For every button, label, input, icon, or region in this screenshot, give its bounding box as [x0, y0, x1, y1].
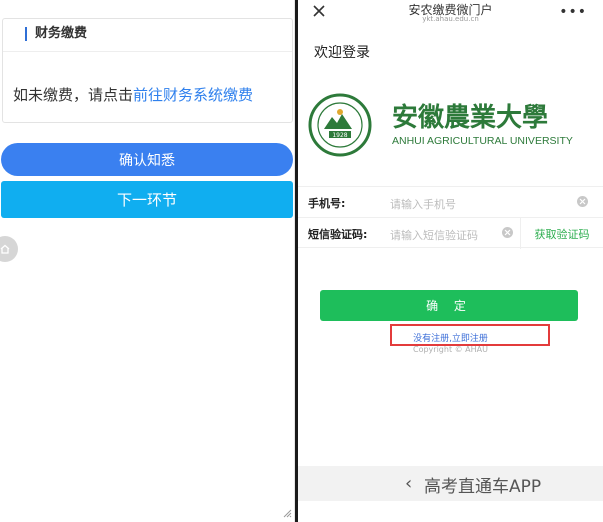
left-pane: 财务缴费 如未缴费，请点击前往财务系统缴费 确认知悉 下一环节 [0, 0, 295, 522]
resize-grip-icon[interactable] [282, 508, 292, 518]
sms-code-input[interactable]: 请输入短信验证码 [390, 227, 478, 243]
next-step-button[interactable]: 下一环节 [1, 181, 293, 218]
section-title: 财务缴费 [25, 27, 87, 41]
app-bottom-bar: ‹ 高考直通车APP [298, 466, 603, 501]
payment-notice: 如未缴费，请点击前往财务系统缴费 [13, 84, 253, 105]
register-link[interactable]: 没有注册,立即注册 [298, 331, 603, 344]
app-watermark-label: 高考直通车APP [424, 477, 542, 497]
notice-text: 如未缴费，请点击 [13, 86, 134, 104]
sms-code-row: 短信验证码: 请输入短信验证码 获取验证码 [298, 217, 603, 249]
home-icon [0, 244, 10, 254]
payment-card: 财务缴费 如未缴费，请点击前往财务系统缴费 [2, 18, 293, 123]
browser-topbar: 安农缴费微门户 ykt.ahau.edu.cn ••• [298, 0, 603, 30]
submit-button[interactable]: 确 定 [320, 290, 578, 321]
university-logo: 1928 安徽農業大學 ANHUI AGRICULTURAL UNIVERSIT… [308, 93, 573, 157]
card-divider [3, 51, 292, 52]
finance-system-link[interactable]: 前往财务系统缴费 [133, 86, 253, 104]
page-url: ykt.ahau.edu.cn [422, 15, 479, 23]
logo-cn-name: 安徽農業大學 [392, 103, 548, 133]
login-form: 手机号: 请输入手机号 短信验证码: 请输入短信验证码 获取验证码 [298, 186, 603, 249]
welcome-heading: 欢迎登录 [314, 45, 370, 61]
copyright-text: Copyright © AHAU [413, 345, 488, 354]
clear-code-icon[interactable] [502, 227, 513, 238]
sms-code-label: 短信验证码: [308, 228, 368, 241]
home-float-button[interactable] [0, 236, 18, 262]
more-options-icon[interactable]: ••• [559, 5, 587, 19]
logo-en-name: ANHUI AGRICULTURAL UNIVERSITY [392, 135, 573, 147]
confirm-acknowledge-button[interactable]: 确认知悉 [1, 143, 293, 176]
university-seal-icon: 1928 [308, 93, 372, 157]
svg-text:1928: 1928 [332, 132, 347, 139]
clear-phone-icon[interactable] [577, 196, 588, 207]
phone-input[interactable]: 请输入手机号 [390, 196, 456, 212]
phone-label: 手机号: [308, 197, 346, 210]
back-chevron-icon[interactable]: ‹ [405, 473, 412, 494]
phone-row: 手机号: 请输入手机号 [298, 186, 603, 217]
get-sms-code-button[interactable]: 获取验证码 [520, 218, 603, 249]
right-pane: 安农缴费微门户 ykt.ahau.edu.cn ••• 欢迎登录 1928 安徽… [298, 0, 603, 522]
